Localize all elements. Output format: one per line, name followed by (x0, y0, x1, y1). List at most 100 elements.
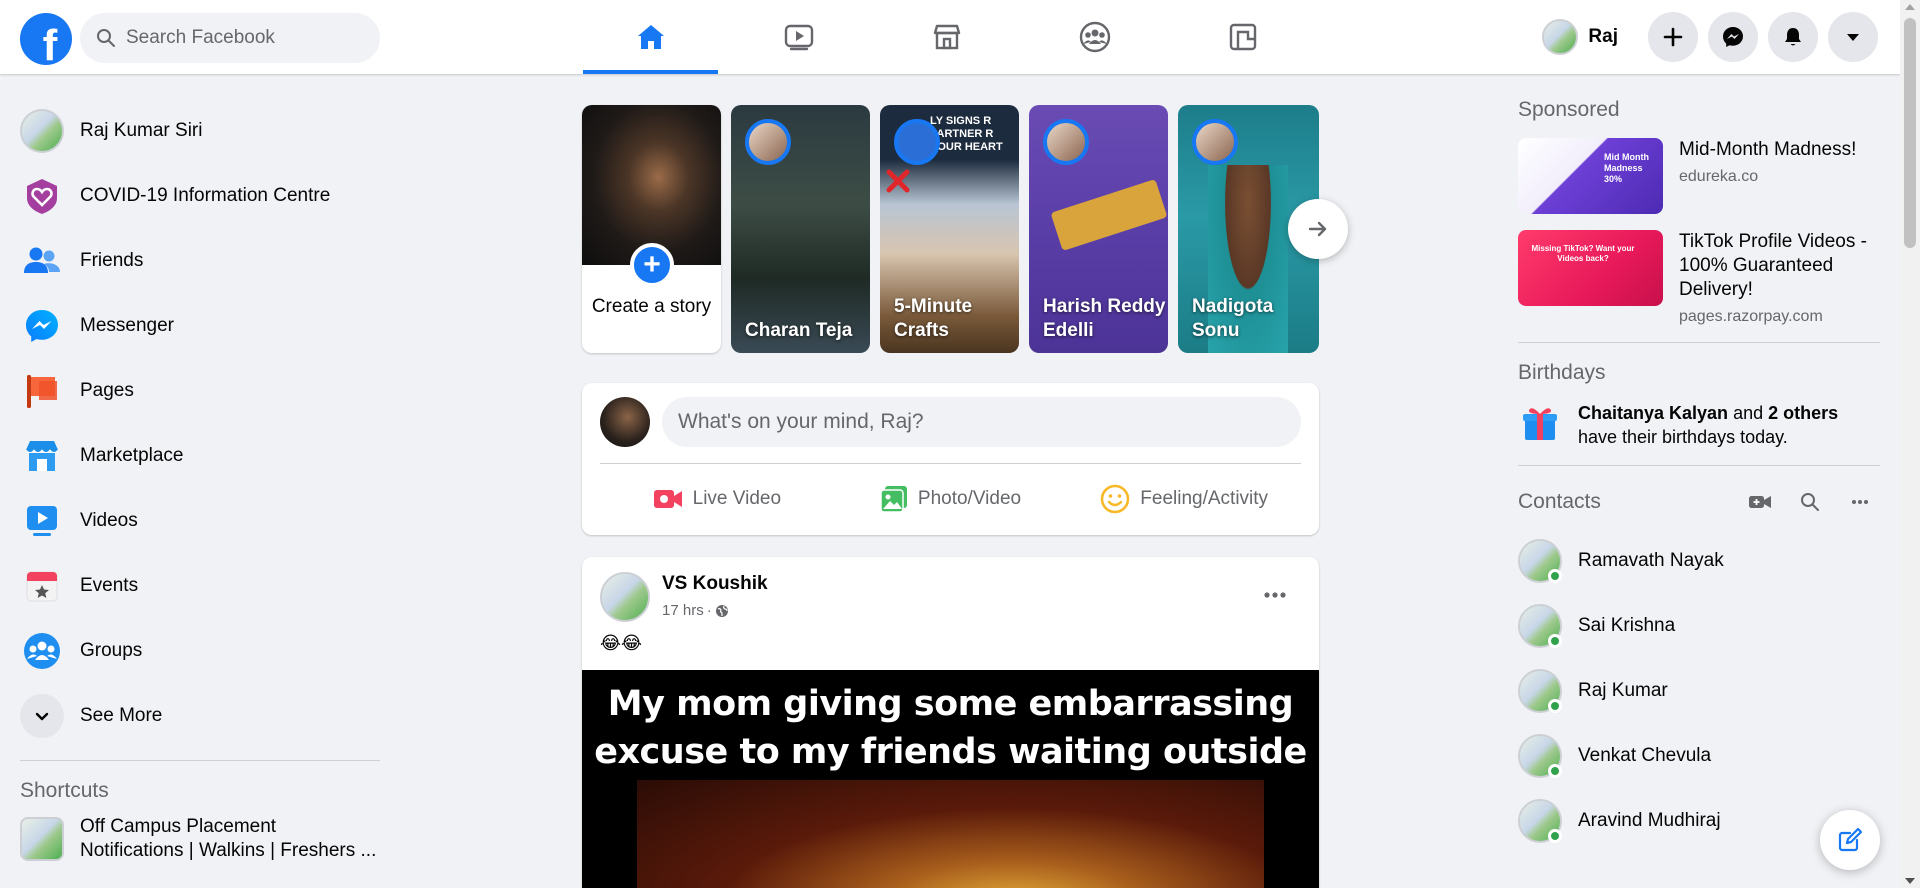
more-icon (1852, 500, 1868, 504)
media-caption: My mom giving some embarrassing excuse t… (582, 680, 1319, 776)
photo-icon (880, 486, 907, 513)
sponsored-ad[interactable]: Mid Month Madness 30% Mid-Month Madness!… (1518, 138, 1880, 214)
live-video-icon (653, 490, 682, 508)
sidebar-item-messenger[interactable]: Messenger (20, 293, 380, 358)
ad-image: Mid Month Madness 30% (1518, 138, 1663, 214)
account-menu-button[interactable] (1828, 12, 1878, 62)
avatar (20, 108, 64, 153)
avatar (1518, 798, 1562, 843)
search-bar[interactable] (80, 13, 380, 63)
avatar (1518, 668, 1562, 713)
sidebar-see-more[interactable]: See More (20, 683, 380, 748)
contacts-header: Contacts (1518, 482, 1880, 522)
new-room-button[interactable] (1740, 482, 1780, 522)
search-input[interactable] (126, 27, 356, 49)
sidebar-item-label: See More (80, 704, 163, 726)
scroll-down-arrow[interactable] (1905, 878, 1915, 884)
shortcut-item[interactable]: Off Campus Placement Notifications | Wal… (20, 815, 380, 863)
right-divider (1518, 342, 1880, 343)
video-icon (784, 24, 813, 51)
flag-icon (27, 374, 57, 408)
story-avatar (1043, 119, 1089, 165)
post-author[interactable]: VS Koushik (662, 573, 768, 595)
main-nav-tabs (583, 0, 1323, 74)
home-icon (637, 25, 664, 49)
video-icon (27, 505, 57, 536)
tab-home[interactable] (583, 0, 718, 74)
sidebar-item-covid[interactable]: COVID-19 Information Centre (20, 163, 380, 228)
birthday-and: and (1733, 403, 1764, 423)
avatar (1518, 733, 1562, 778)
sponsored-ad[interactable]: Missing TikTok? Want your Videos back? T… (1518, 230, 1880, 325)
scroll-thumb[interactable] (1904, 18, 1916, 248)
story-name: Nadigota Sonu (1192, 296, 1274, 341)
photo-video-button[interactable]: Photo/Video (834, 473, 1068, 525)
story-name: Harish Reddy Edelli (1043, 296, 1166, 341)
stories-tray: + Create a story Charan Teja LY SIGNS R … (582, 105, 1319, 353)
stories-next-button[interactable] (1288, 199, 1348, 259)
create-button[interactable] (1648, 12, 1698, 62)
sidebar-item-label: Marketplace (80, 444, 184, 466)
sidebar-item-marketplace[interactable]: Marketplace (20, 423, 380, 488)
sidebar-item-label: Events (80, 574, 139, 596)
post-options-button[interactable] (1257, 577, 1293, 613)
tab-marketplace[interactable] (879, 0, 1014, 74)
page-scrollbar[interactable] (1900, 0, 1920, 888)
post-media[interactable]: My mom giving some embarrassing excuse t… (582, 670, 1319, 888)
story-overlay-text: LY SIGNS R PARTNER R YOUR HEART (930, 115, 1003, 153)
notifications-button[interactable] (1768, 12, 1818, 62)
contact-name: Aravind Mudhiraj (1578, 809, 1721, 831)
gaming-icon (1229, 23, 1256, 51)
groups-icon (24, 632, 60, 669)
feeling-icon (1100, 484, 1130, 514)
sidebar-item-profile[interactable]: Raj Kumar Siri (20, 98, 380, 163)
new-message-button[interactable] (1820, 810, 1880, 870)
composer-input[interactable]: What's on your mind, Raj? (662, 397, 1301, 447)
story-card[interactable]: Charan Teja (731, 105, 870, 353)
birthday-notice[interactable]: Chaitanya Kalyan and 2 others have their… (1518, 401, 1880, 449)
tab-groups[interactable] (1027, 0, 1162, 74)
shop-icon (25, 440, 59, 471)
avatar (600, 397, 650, 447)
story-card[interactable]: LY SIGNS R PARTNER R YOUR HEART 5-Minute… (880, 105, 1019, 353)
post-time[interactable]: 17 hrs (662, 602, 704, 619)
birthday-name: Chaitanya Kalyan (1578, 403, 1729, 423)
tab-watch[interactable] (731, 0, 866, 74)
gift-icon (1518, 401, 1562, 445)
right-sidebar: Sponsored Mid Month Madness 30% Mid-Mont… (1518, 98, 1880, 853)
sidebar-item-events[interactable]: Events (20, 553, 380, 618)
sidebar-item-pages[interactable]: Pages (20, 358, 380, 423)
more-icon (1264, 592, 1286, 598)
ad-image-text: Mid Month Madness 30% (1604, 152, 1649, 184)
messenger-icon (26, 309, 58, 342)
post-meta: 17 hrs · (662, 602, 729, 619)
contact-item[interactable]: Venkat Chevula (1518, 723, 1880, 788)
create-story-card[interactable]: + Create a story (582, 105, 721, 353)
facebook-logo[interactable]: f (20, 13, 72, 65)
online-indicator (1548, 763, 1562, 778)
contact-item[interactable]: Ramavath Nayak (1518, 528, 1880, 593)
shortcut-thumbnail (20, 817, 64, 861)
avatar[interactable] (600, 572, 650, 622)
contacts-heading: Contacts (1518, 490, 1601, 513)
contact-item[interactable]: Raj Kumar (1518, 658, 1880, 723)
calendar-icon (26, 571, 58, 601)
messenger-button[interactable] (1708, 12, 1758, 62)
contact-item[interactable]: Sai Krishna (1518, 593, 1880, 658)
sponsored-heading: Sponsored (1518, 98, 1620, 121)
sidebar-item-friends[interactable]: Friends (20, 228, 380, 293)
scroll-up-arrow[interactable] (1905, 4, 1915, 10)
sidebar-item-videos[interactable]: Videos (20, 488, 380, 553)
profile-shortcut[interactable]: Raj (1536, 12, 1630, 62)
feeling-activity-button[interactable]: Feeling/Activity (1067, 473, 1301, 525)
contacts-options-button[interactable] (1840, 482, 1880, 522)
ad-title: Mid-Month Madness! (1679, 139, 1857, 160)
live-video-button[interactable]: Live Video (600, 473, 834, 525)
create-story-cover (582, 105, 721, 265)
search-contacts-button[interactable] (1790, 482, 1830, 522)
story-card[interactable]: Harish Reddy Edelli (1029, 105, 1168, 353)
tab-gaming[interactable] (1175, 0, 1310, 74)
composer-divider (600, 463, 1301, 464)
sidebar-item-label: Groups (80, 639, 143, 661)
sidebar-item-groups[interactable]: Groups (20, 618, 380, 683)
